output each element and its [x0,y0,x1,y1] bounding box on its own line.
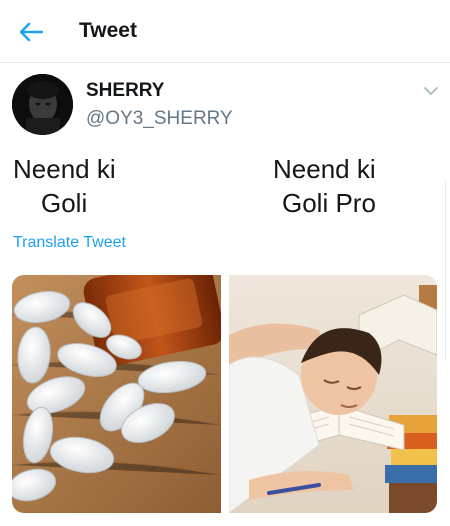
left-caption-line2: Goli [41,188,88,218]
right-caption-line1: Neend ki [273,154,376,184]
right-caption-line2: Goli Pro [282,188,376,218]
author-handle[interactable]: @OY3_SHERRY [86,108,233,130]
avatar-photo [12,74,73,135]
sleeping-student-illustration [229,275,437,513]
scrollbar-hint [445,180,450,360]
top-bar: Tweet [0,0,450,62]
page-title: Tweet [79,19,137,42]
left-caption-line1: Neend ki [13,154,116,184]
chevron-down-icon[interactable] [423,84,439,98]
back-arrow-icon[interactable] [18,20,44,44]
avatar[interactable] [12,74,73,135]
pills-image[interactable] [12,275,221,513]
sleeping-student-image[interactable] [229,275,437,513]
translate-tweet-link[interactable]: Translate Tweet [13,234,126,252]
pills-illustration [12,275,221,513]
author-name[interactable]: SHERRY [86,80,164,102]
header-divider [0,62,450,63]
